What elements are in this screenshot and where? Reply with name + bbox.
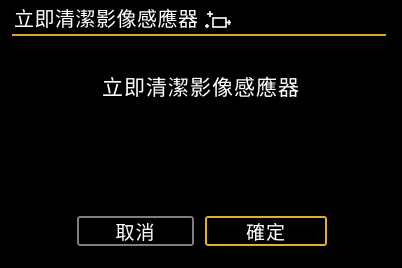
dialog-message: 立即清潔影像感應器 xyxy=(102,76,300,100)
header-divider xyxy=(12,34,386,36)
cancel-button[interactable]: 取消 xyxy=(77,216,194,246)
ok-button[interactable]: 確定 xyxy=(205,216,327,246)
camera-menu-screen: 立即清潔影像感應器 立即清潔影像感應器 取消 確定 xyxy=(0,0,402,268)
page-title: 立即清潔影像感應器 xyxy=(14,7,199,31)
menu-header: 立即清潔影像感應器 xyxy=(14,4,233,34)
sensor-clean-icon xyxy=(203,8,233,30)
